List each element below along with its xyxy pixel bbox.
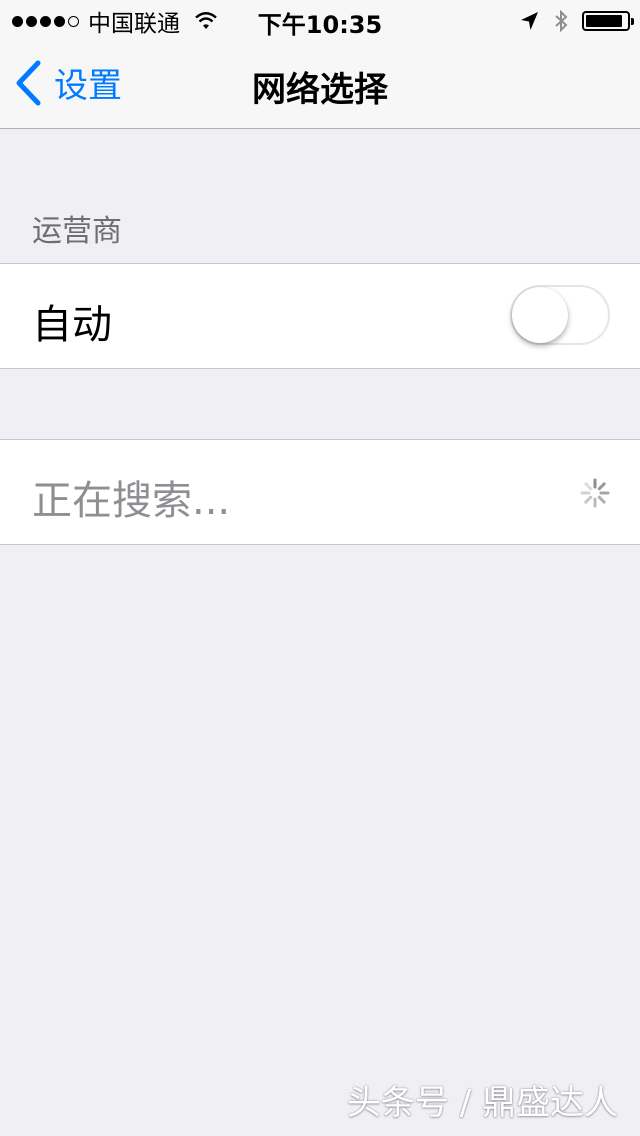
top-bar: 中国联通 下午10:35 设置 网络选择 — [0, 0, 640, 129]
navigation-bar: 设置 网络选择 — [0, 40, 640, 128]
searching-label: 正在搜索... — [32, 478, 231, 524]
battery-icon — [582, 11, 634, 31]
status-right — [518, 6, 634, 36]
page-title: 网络选择 — [252, 70, 388, 110]
toggle-knob — [512, 287, 568, 343]
battery-fill — [586, 15, 622, 27]
auto-select-toggle[interactable] — [510, 285, 610, 345]
auto-select-cell: 自动 — [0, 263, 640, 369]
watermark: 头条号 / 鼎盛达人 — [346, 1083, 618, 1123]
auto-select-label: 自动 — [32, 302, 112, 348]
bluetooth-icon — [555, 9, 568, 33]
loading-spinner-icon — [580, 478, 610, 508]
section-header-carrier: 运营商 — [32, 214, 122, 249]
location-arrow-icon — [521, 12, 538, 30]
status-bar: 中国联通 下午10:35 — [0, 0, 640, 40]
network-search-cell: 正在搜索... — [0, 439, 640, 545]
